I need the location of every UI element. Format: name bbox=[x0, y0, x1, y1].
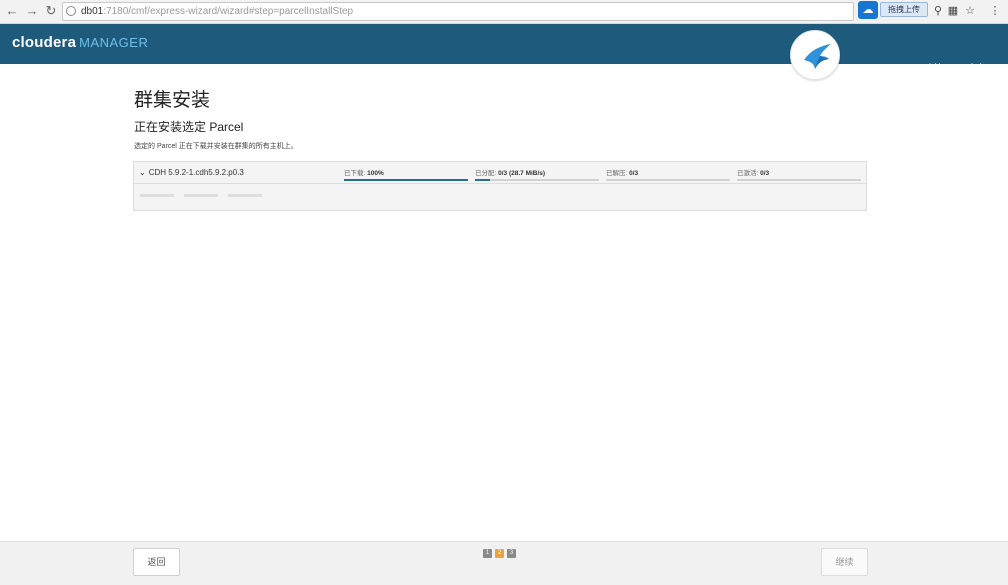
placeholder-bar bbox=[140, 194, 174, 197]
app-header: cloudera MANAGER 支持 ▾ admin ▾ bbox=[0, 24, 1008, 72]
stage-label: 已下载: 100% bbox=[344, 170, 384, 177]
parcel-name: CDH 5.9.2-1.cdh5.9.2.p0.3 bbox=[148, 168, 244, 177]
cloudera-manager-logo[interactable]: cloudera MANAGER bbox=[12, 34, 148, 51]
stage-label: 已分配: 0/3 (28.7 MiB/s) bbox=[475, 170, 546, 177]
translate-icon[interactable]: ▦ bbox=[946, 4, 960, 18]
section-description: 选定的 Parcel 正在下载并安装在群集的所有主机上。 bbox=[134, 143, 298, 150]
pin-icon[interactable]: ⚲ bbox=[931, 4, 945, 18]
parcel-toggle[interactable]: ⌄ CDH 5.9.2-1.cdh5.9.2.p0.3 bbox=[139, 168, 244, 177]
section-title: 正在安装选定 Parcel bbox=[134, 120, 244, 134]
parcel-row: ⌄ CDH 5.9.2-1.cdh5.9.2.p0.3 已下载: 100% 已分配… bbox=[134, 162, 866, 184]
upload-extension-button[interactable]: 拖拽上传 bbox=[880, 2, 928, 17]
stage-progress-track bbox=[475, 179, 599, 181]
site-info-icon[interactable] bbox=[66, 6, 76, 16]
stage-activated: 已激活: 0/3 bbox=[737, 167, 861, 181]
address-bar[interactable]: db01:7180/cmf/express-wizard/wizard#step… bbox=[62, 2, 854, 21]
user-menu[interactable]: admin ▾ bbox=[964, 62, 992, 71]
browser-menu-icon[interactable]: ⋮ bbox=[988, 4, 1002, 18]
stage-label: 已激活: 0/3 bbox=[737, 170, 770, 177]
step-2[interactable]: 2 bbox=[495, 549, 504, 558]
url-host: db01 bbox=[81, 6, 104, 17]
stage-unpacked: 已解压: 0/3 bbox=[606, 167, 730, 181]
brand-suffix: MANAGER bbox=[79, 35, 149, 50]
page-title: 群集安装 bbox=[134, 90, 211, 111]
stage-distributed: 已分配: 0/3 (28.7 MiB/s) bbox=[475, 167, 599, 181]
chevron-down-icon: ⌄ bbox=[139, 168, 146, 177]
reload-icon[interactable]: ↻ bbox=[43, 3, 59, 19]
stage-progress-track bbox=[737, 179, 861, 181]
step-1[interactable]: 1 bbox=[483, 549, 492, 558]
placeholder-bar bbox=[184, 194, 218, 197]
stage-progress-track bbox=[606, 179, 730, 181]
stage-label: 已解压: 0/3 bbox=[606, 170, 639, 177]
back-arrow-icon[interactable]: ← bbox=[4, 3, 20, 19]
bird-logo-icon bbox=[790, 30, 840, 80]
stage-progress-fill bbox=[475, 179, 490, 181]
continue-button[interactable]: 继续 bbox=[821, 548, 868, 576]
support-menu[interactable]: 支持 ▾ bbox=[926, 62, 948, 73]
stage-progress-track bbox=[344, 179, 468, 181]
stage-downloaded: 已下载: 100% bbox=[344, 167, 468, 181]
bird-logo-graphic bbox=[804, 44, 831, 69]
stage-progress-fill bbox=[344, 179, 468, 181]
browser-toolbar: ← → ↻ db01:7180/cmf/express-wizard/wizar… bbox=[0, 0, 1008, 24]
bookmark-star-icon[interactable]: ☆ bbox=[963, 4, 977, 18]
cloud-extension-icon[interactable]: ☁ bbox=[858, 1, 878, 19]
back-button[interactable]: 返回 bbox=[133, 548, 180, 576]
url-path: :7180/cmf/express-wizard/wizard#step=par… bbox=[103, 6, 354, 17]
parcel-panel: ⌄ CDH 5.9.2-1.cdh5.9.2.p0.3 已下载: 100% 已分配… bbox=[133, 161, 867, 211]
brand-name: cloudera bbox=[12, 34, 77, 51]
forward-arrow-icon[interactable]: → bbox=[24, 3, 40, 19]
placeholder-bar bbox=[228, 194, 262, 197]
wizard-footer: 返回 1 2 3 继续 bbox=[0, 541, 1008, 585]
step-3[interactable]: 3 bbox=[507, 549, 516, 558]
